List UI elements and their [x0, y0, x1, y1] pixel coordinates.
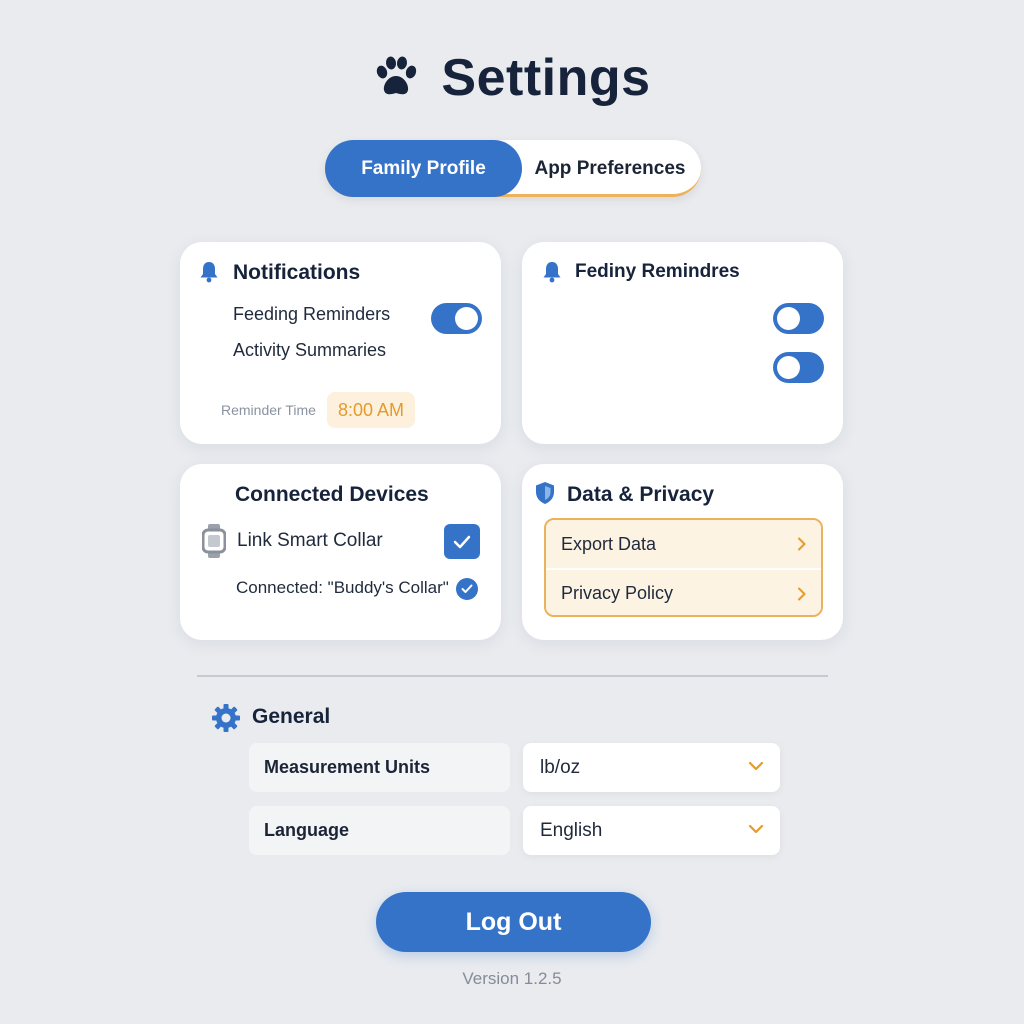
language-label: Language: [249, 806, 510, 855]
bell-icon: [543, 262, 561, 283]
page-header: Settings: [0, 48, 1024, 108]
checkmark-icon: [453, 535, 471, 548]
profile-tabs: Family Profile App Preferences: [325, 140, 701, 197]
privacy-policy-label: Privacy Policy: [561, 582, 674, 603]
version-text: Version 1.2.5: [462, 969, 562, 988]
notifications-title: Notifications: [233, 261, 361, 284]
feeding-reminders-toggle[interactable]: [431, 303, 482, 334]
chevron-down-icon: [748, 824, 764, 834]
paw-icon: [377, 56, 417, 95]
feeding-card-title: Fediny Remindres: [575, 261, 740, 282]
chevron-right-icon: [798, 587, 806, 601]
feeding-toggle-1[interactable]: [773, 303, 824, 334]
privacy-options-list: Export Data Privacy Policy: [544, 518, 823, 617]
export-data-label: Export Data: [561, 533, 657, 554]
reminder-time-value[interactable]: 8:00 AM: [327, 392, 415, 428]
language-value: English: [540, 819, 603, 841]
connected-devices-title: Connected Devices: [235, 483, 429, 506]
measurement-units-label: Measurement Units: [249, 743, 510, 792]
link-smart-collar-checkbox[interactable]: [444, 524, 480, 559]
general-title: General: [252, 705, 331, 728]
measurement-units-value: lb/oz: [540, 756, 581, 778]
data-privacy-title: Data & Privacy: [567, 483, 715, 506]
tab-family-profile[interactable]: Family Profile: [325, 140, 522, 197]
data-privacy-card: Data & Privacy Export Data Privacy Polic…: [522, 464, 843, 640]
link-smart-collar-label: Link Smart Collar: [237, 530, 383, 551]
page-title: Settings: [441, 49, 651, 107]
gear-icon: [212, 704, 240, 732]
section-divider: [197, 675, 828, 677]
connected-check-icon: [456, 578, 478, 600]
feeding-reminders-card: Fediny Remindres: [522, 242, 843, 444]
tab-app-preferences[interactable]: App Preferences: [525, 140, 695, 197]
connected-devices-card: Connected Devices Link Smart Collar Conn…: [180, 464, 501, 640]
privacy-policy-item[interactable]: Privacy Policy: [546, 568, 821, 615]
shield-icon: [536, 482, 554, 504]
smartwatch-icon: [202, 524, 226, 558]
logout-button[interactable]: Log Out: [376, 892, 651, 952]
bell-icon: [200, 262, 218, 283]
measurement-units-select[interactable]: lb/oz: [523, 743, 780, 792]
activity-summaries-label: Activity Summaries: [233, 340, 387, 360]
feeding-toggle-2[interactable]: [773, 352, 824, 383]
notifications-card: Notifications Feeding Reminders Activity…: [180, 242, 501, 444]
connected-status-text: Connected: "Buddy's Collar": [236, 578, 449, 597]
reminder-time-label: Reminder Time: [221, 402, 316, 418]
chevron-down-icon: [748, 761, 764, 771]
feeding-reminders-label: Feeding Reminders: [233, 304, 391, 324]
export-data-item[interactable]: Export Data: [546, 520, 821, 568]
chevron-right-icon: [798, 537, 806, 551]
language-select[interactable]: English: [523, 806, 780, 855]
settings-page: Settings Family Profile App Preferences …: [0, 0, 1024, 1024]
